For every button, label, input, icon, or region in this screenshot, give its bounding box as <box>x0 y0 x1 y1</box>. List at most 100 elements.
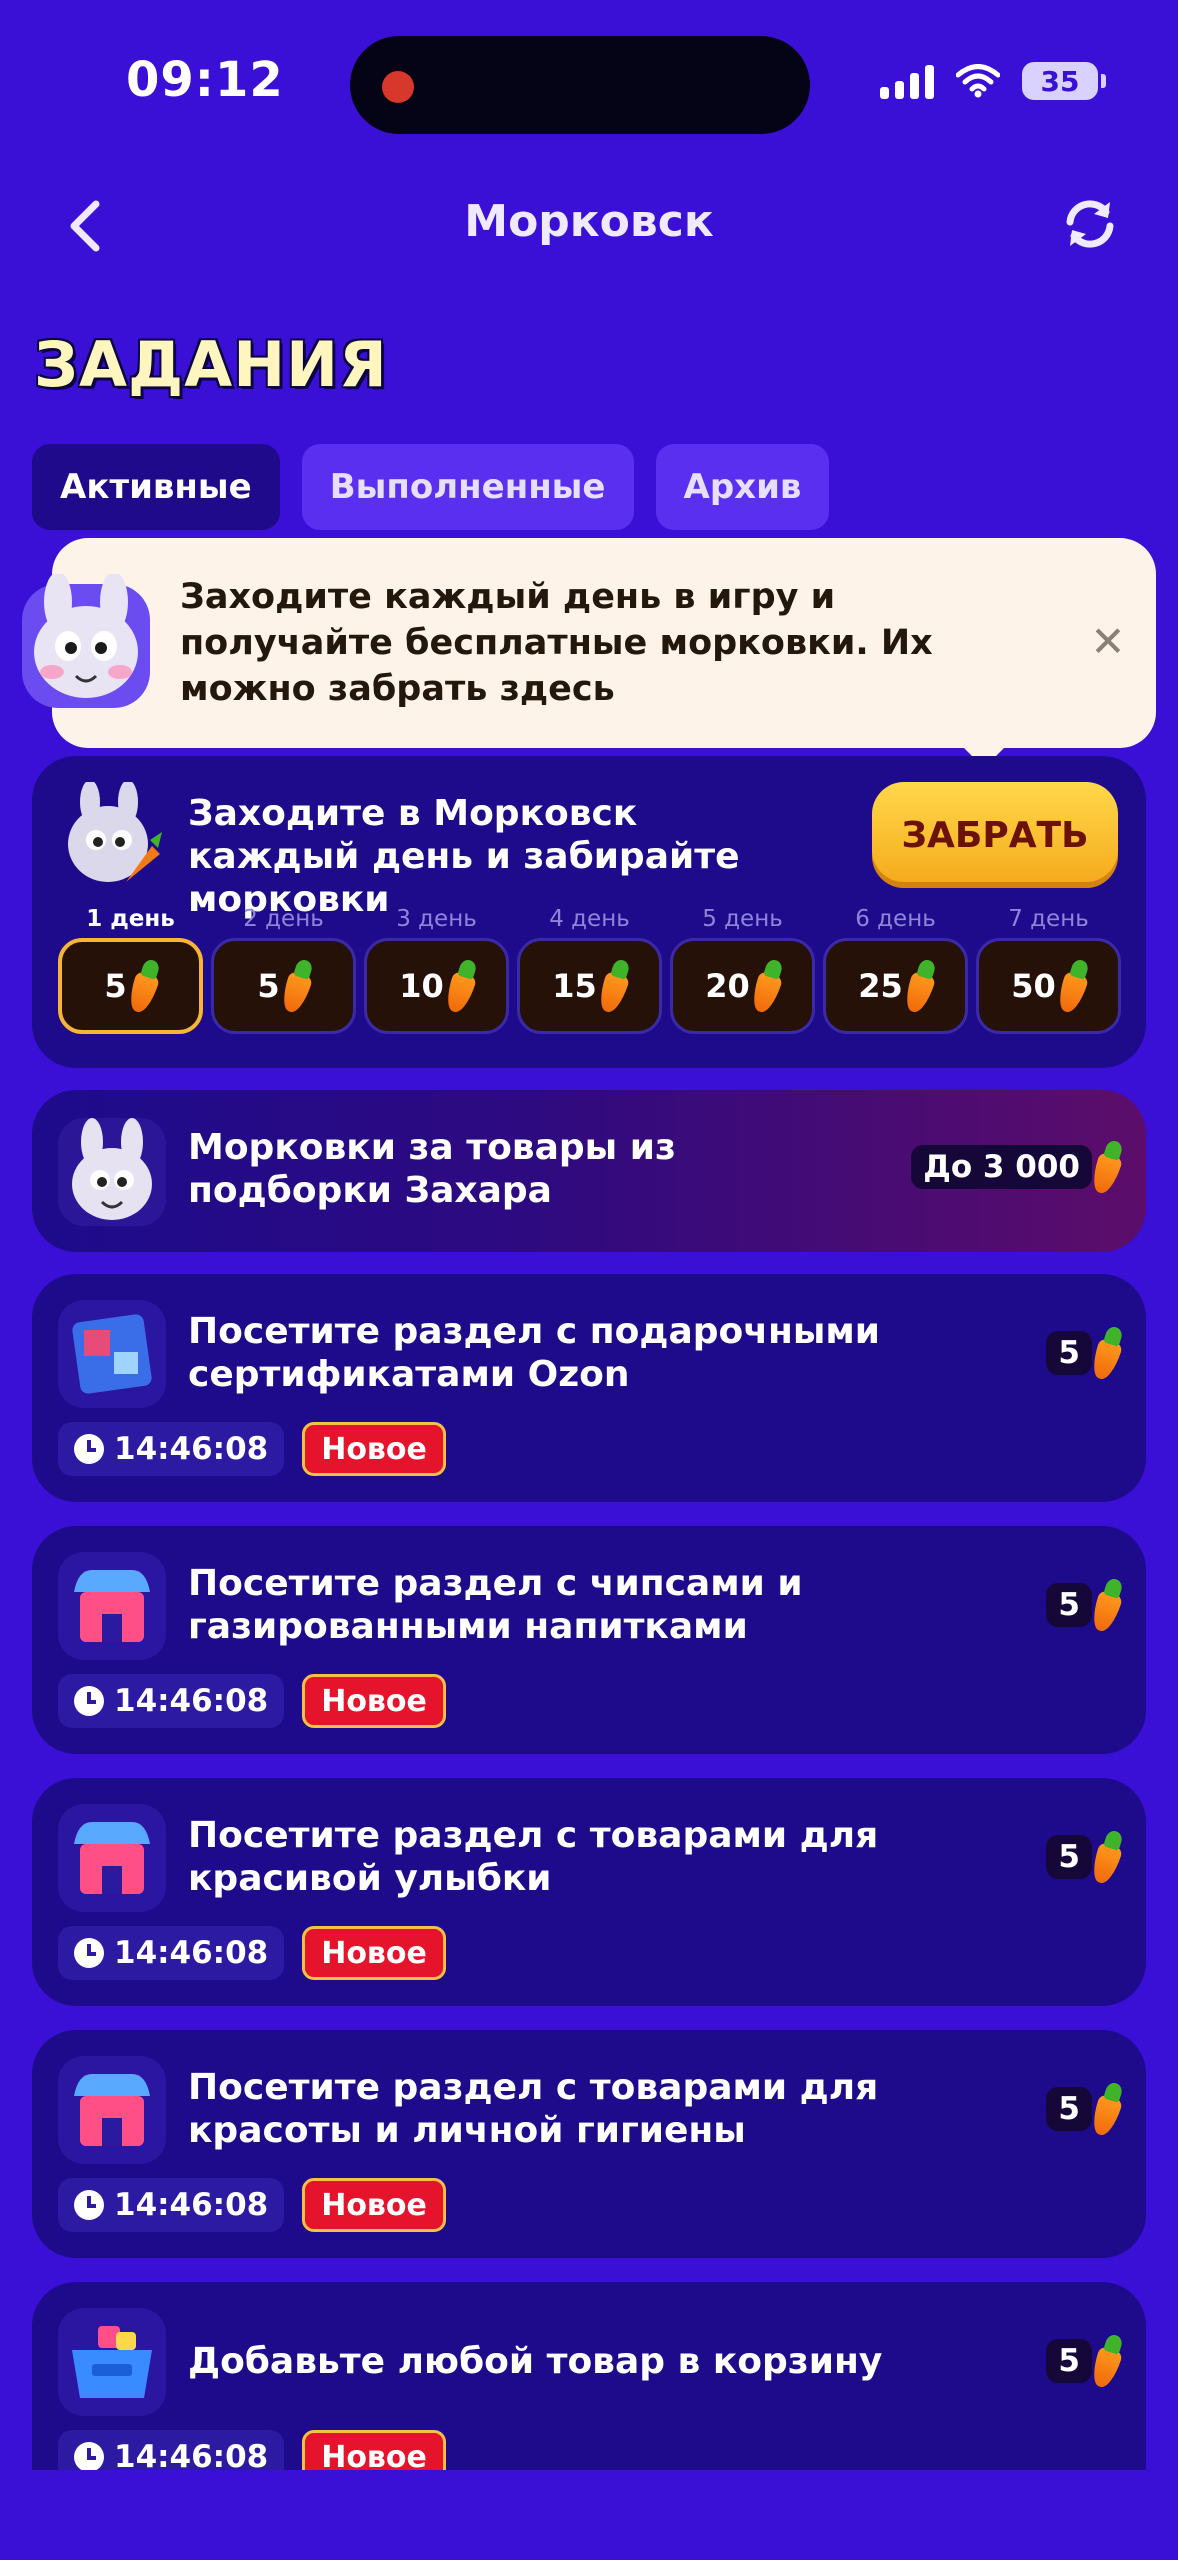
carrot-icon <box>1088 1324 1128 1383</box>
task-title: Посетите раздел с подарочными сертификат… <box>188 1311 881 1395</box>
day-label: 5 день <box>702 906 783 932</box>
task-title: Добавьте любой товар в корзину <box>188 2341 883 2382</box>
day-value: 10 <box>399 967 444 1005</box>
timer-value: 14:46:08 <box>114 2187 269 2223</box>
task-card[interactable]: Посетите раздел с товарами для красоты и… <box>32 2030 1146 2258</box>
day-value: 25 <box>858 967 903 1005</box>
daily-title: Заходите в Морковск каждый день и забира… <box>188 793 740 920</box>
task-card[interactable]: Посетите раздел с чипсами и газированным… <box>32 1526 1146 1754</box>
day-strip: 1 день 5 2 день 5 3 день 10 4 день 15 5 день… <box>58 906 1121 1034</box>
claim-button[interactable]: ЗАБРАТЬ <box>872 782 1118 888</box>
task-title: Посетите раздел с товарами для красоты и… <box>188 2067 879 2151</box>
reward-amount: 5 <box>1046 1583 1092 1627</box>
day-value: 20 <box>705 967 750 1005</box>
clock-icon <box>74 2190 104 2220</box>
clock-icon <box>74 2442 104 2472</box>
timer: 14:46:08 <box>58 2178 285 2232</box>
task-reward: 5 <box>1046 1326 1120 1380</box>
bottom-area <box>0 2470 1178 2560</box>
task-meta: 14:46:08 Новое <box>58 1926 446 1980</box>
timer: 14:46:08 <box>58 1926 285 1980</box>
timer: 14:46:08 <box>58 1674 285 1728</box>
status-badge: Новое <box>302 1926 446 1980</box>
day-label: 6 день <box>855 906 936 932</box>
day-item: 2 день 5 <box>211 906 356 1034</box>
day-item: 7 день 50 <box>976 906 1121 1034</box>
tab-archive[interactable]: Архив <box>655 444 830 530</box>
carrot-icon <box>748 957 788 1016</box>
promo-reward: До 3 000 <box>911 1140 1120 1194</box>
reward-amount: 5 <box>1046 2087 1092 2131</box>
reward-amount: До 3 000 <box>911 1145 1092 1189</box>
clock-icon <box>74 1686 104 1716</box>
day-label: 3 день <box>396 906 477 932</box>
carrot-icon <box>278 957 318 1016</box>
task-title: Посетите раздел с товарами для красивой … <box>188 1815 879 1899</box>
day-reward[interactable]: 10 <box>364 938 509 1034</box>
reward-amount: 5 <box>1046 2339 1092 2383</box>
recording-dot-icon <box>382 71 414 103</box>
task-title: Посетите раздел с чипсами и газированным… <box>188 1563 803 1647</box>
wifi-icon <box>956 64 1000 98</box>
task-reward: 5 <box>1046 2082 1120 2136</box>
tab-active[interactable]: Активные <box>32 444 280 530</box>
carrot-icon <box>1054 957 1094 1016</box>
battery-icon: 35 <box>1022 62 1106 100</box>
gift-card-icon <box>58 1300 166 1408</box>
day-item: 6 день 25 <box>823 906 968 1034</box>
dynamic-island <box>350 36 810 134</box>
clock-icon <box>74 1938 104 1968</box>
day-label: 2 день <box>243 906 324 932</box>
timer-value: 14:46:08 <box>114 1935 269 1971</box>
bunny-icon <box>22 574 150 708</box>
carrot-icon <box>1088 1828 1128 1887</box>
day-reward[interactable]: 20 <box>670 938 815 1034</box>
carrot-icon <box>595 957 635 1016</box>
store-icon <box>58 1552 166 1660</box>
timer-value: 14:46:08 <box>114 1683 269 1719</box>
day-value: 5 <box>104 967 127 1005</box>
timer-value: 14:46:08 <box>114 1431 269 1467</box>
day-reward[interactable]: 15 <box>517 938 662 1034</box>
day-item: 5 день 20 <box>670 906 815 1034</box>
page-title: Морковск <box>464 196 714 247</box>
close-icon[interactable]: ✕ <box>1088 621 1128 663</box>
carrot-icon <box>1088 2332 1128 2391</box>
bunny-icon <box>58 1118 166 1226</box>
day-value: 50 <box>1011 967 1056 1005</box>
task-card[interactable]: Посетите раздел с подарочными сертификат… <box>32 1274 1146 1502</box>
task-card[interactable]: Посетите раздел с товарами для красивой … <box>32 1778 1146 2006</box>
tab-completed[interactable]: Выполненные <box>301 444 634 530</box>
promo-title: Морковки за товары из подборки Захара <box>188 1127 676 1211</box>
refresh-icon[interactable] <box>1060 194 1120 254</box>
status-badge: Новое <box>302 1674 446 1728</box>
task-meta: 14:46:08 Новое <box>58 1422 446 1476</box>
task-meta: 14:46:08 Новое <box>58 1674 446 1728</box>
day-reward[interactable]: 25 <box>823 938 968 1034</box>
task-reward: 5 <box>1046 1830 1120 1884</box>
promo-card[interactable]: Морковки за товары из подборки Захара До… <box>32 1090 1146 1252</box>
carrot-icon <box>901 957 941 1016</box>
day-value: 5 <box>257 967 280 1005</box>
bunny-carrot-icon <box>68 782 162 882</box>
clock-icon <box>74 1434 104 1464</box>
task-reward: 5 <box>1046 1578 1120 1632</box>
status-icons: 35 <box>880 62 1106 100</box>
daily-reward-card: Заходите в Морковск каждый день и забира… <box>32 756 1146 1068</box>
day-item: 3 день 10 <box>364 906 509 1034</box>
store-icon <box>58 1804 166 1912</box>
day-reward[interactable]: 5 <box>58 938 203 1034</box>
store-icon <box>58 2056 166 2164</box>
hint-tooltip: Заходите каждый день в игру и получайте … <box>52 538 1156 768</box>
status-badge: Новое <box>302 2178 446 2232</box>
basket-icon <box>58 2308 166 2416</box>
carrot-icon <box>442 957 482 1016</box>
day-reward[interactable]: 5 <box>211 938 356 1034</box>
reward-amount: 5 <box>1046 1835 1092 1879</box>
day-reward[interactable]: 50 <box>976 938 1121 1034</box>
timer: 14:46:08 <box>58 1422 285 1476</box>
task-reward: 5 <box>1046 2334 1120 2388</box>
task-meta: 14:46:08 Новое <box>58 2178 446 2232</box>
section-heading: ЗАДАНИЯ <box>34 328 388 401</box>
reward-amount: 5 <box>1046 1331 1092 1375</box>
